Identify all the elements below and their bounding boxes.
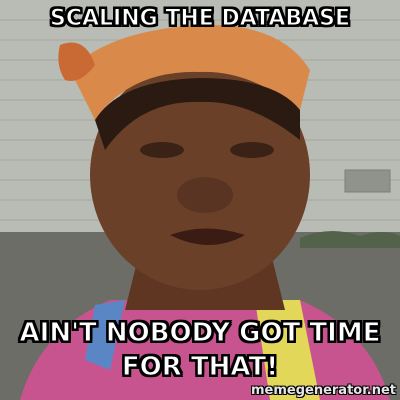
left-eye — [140, 142, 184, 158]
nose — [177, 177, 233, 213]
meme-bottom-text: AIN'T NOBODY GOT TIME FOR THAT! — [19, 318, 381, 383]
right-eye — [230, 142, 274, 158]
watermark: memegenerator.net — [250, 383, 396, 398]
meme-top-text: SCALING THE DATABASE — [49, 6, 351, 32]
shrubs — [300, 230, 400, 248]
meme-image: SCALING THE DATABASE AIN'T NOBODY GOT TI… — [0, 0, 400, 400]
